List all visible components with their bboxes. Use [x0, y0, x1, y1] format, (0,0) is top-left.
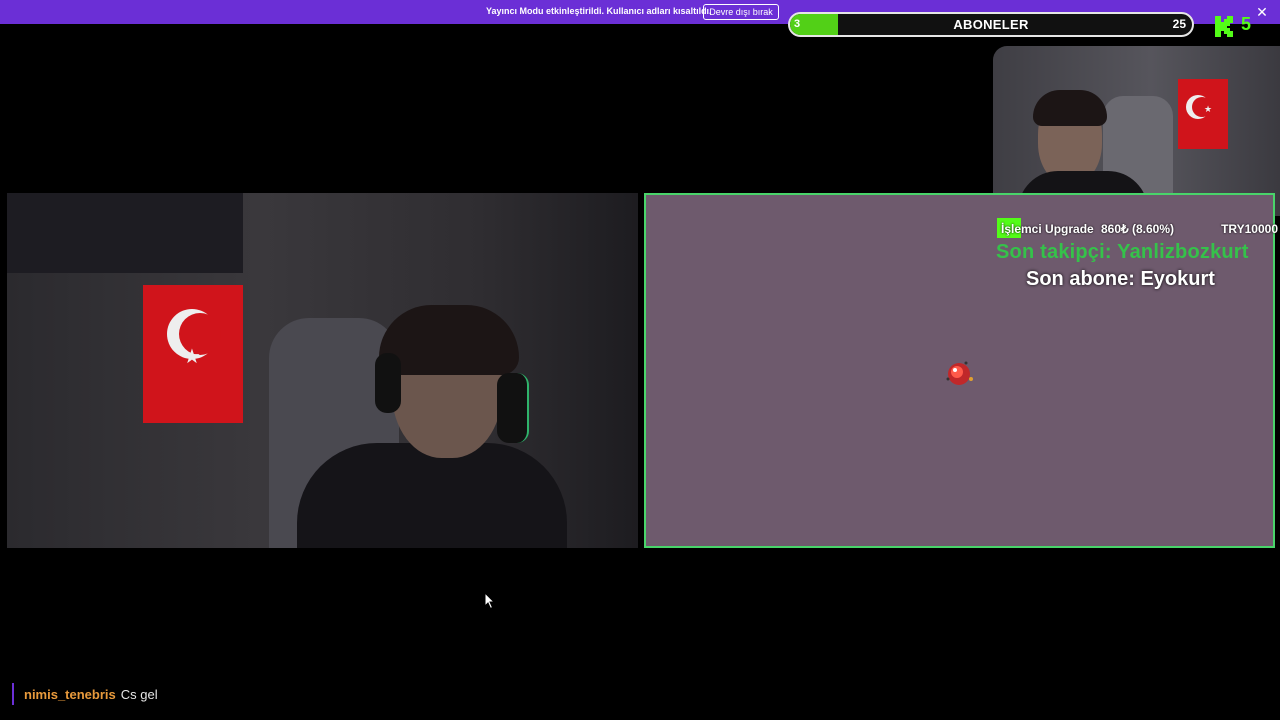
subscriber-goal-bar: 3 ABONELER 25	[788, 12, 1194, 37]
close-icon[interactable]: ✕	[1254, 4, 1270, 20]
explosion-sprite-icon	[946, 361, 973, 385]
main-webcam-feed: ★	[7, 193, 638, 548]
turkish-flag: ★	[143, 285, 243, 423]
mouse-cursor-icon	[484, 592, 496, 610]
last-follower-text: Son takipçi: Yanlizbozkurt	[996, 241, 1249, 263]
chat-message: nimis_tenebris Cs gel	[12, 683, 158, 705]
donation-target: TRY10000	[1221, 222, 1278, 236]
turkish-flag: ★	[1178, 79, 1228, 149]
headset-right	[497, 373, 529, 443]
goal-title: ABONELER	[953, 17, 1029, 32]
donation-label: İşlemci Upgrade	[1001, 222, 1094, 236]
chat-text: Cs gel	[120, 686, 158, 702]
goal-target-count: 25	[1172, 17, 1186, 31]
headset-left	[375, 353, 401, 413]
donation-goal: İşlemci Upgrade 860₺ (8.60%) TRY10000	[997, 218, 1280, 238]
streamer-body	[297, 443, 567, 548]
small-webcam-feed: ★	[993, 46, 1280, 216]
disable-streamer-mode-button[interactable]: Devre dışı bırak	[703, 4, 779, 20]
last-subscriber-text: Son abone: Eyokurt	[1026, 268, 1215, 290]
chat-username[interactable]: nimis_tenebris	[24, 687, 116, 702]
donation-amount: 860₺ (8.60%)	[1101, 222, 1175, 236]
banner-message: Yayıncı Modu etkinleştirildi. Kullanıcı …	[486, 6, 712, 16]
kick-viewer-count: 5	[1241, 14, 1252, 34]
shelf	[7, 193, 243, 273]
kick-logo-icon	[1215, 16, 1233, 37]
